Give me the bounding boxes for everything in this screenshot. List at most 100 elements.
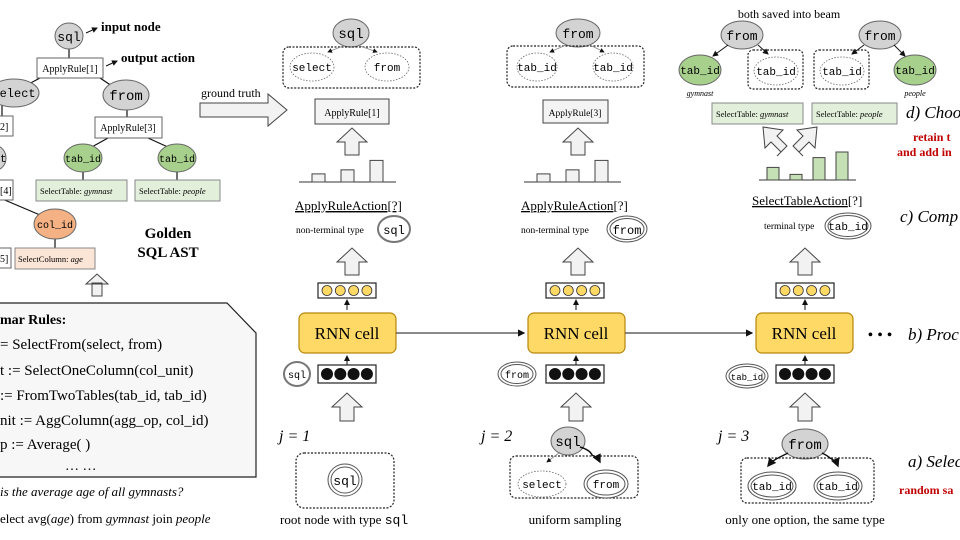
ast-tab-id-left-label: tab_id [65, 154, 101, 166]
step3-bottom-tab-id-1-label: tab_id [752, 482, 792, 494]
input-unit [818, 368, 831, 380]
ast-apply-rule-5: 5] [0, 254, 8, 265]
output-action-annotation: output action [121, 50, 196, 65]
step3-bottom-tab-id-2-label: tab_id [818, 482, 858, 494]
step3-bar-chart [766, 151, 849, 181]
step3-action-people: SelectTable: people [816, 109, 883, 119]
input-unit [549, 368, 561, 380]
diagram-canvas: sql input node ApplyRule[1] output actio… [0, 7, 960, 528]
step-2: from tab_id tab_id ApplyRule[3] ApplyRul… [479, 18, 648, 527]
step3-left-empty-label: tab_id [756, 67, 796, 79]
step2-sampled-edge [579, 446, 601, 464]
input-unit [575, 368, 588, 380]
step3-bottom-up-arrow-icon [788, 392, 822, 422]
ast-select-column: SelectColumn: age [18, 254, 83, 264]
probability-bar [835, 151, 849, 181]
golden-ast-title-line2: SQL AST [137, 245, 198, 261]
ground-truth-label: ground truth [201, 86, 261, 100]
step2-child-2-label: tab_id [593, 63, 633, 75]
step2-type-node-label: from [613, 224, 642, 238]
probability-bar [594, 159, 609, 183]
output-unit [589, 285, 601, 296]
input-unit [779, 368, 791, 380]
step2-j-label: j = 2 [479, 428, 512, 445]
ast-apply-rule-1: ApplyRule[1] [42, 64, 98, 75]
step-3: both saved into beam from tab_id gymnast… [678, 7, 937, 527]
ast-col-id-label: col_id [37, 220, 73, 232]
stage-c-label: c) Comp [900, 207, 958, 226]
input-node-annotation: input node [101, 19, 161, 34]
grammar-rule-4: nit := AggColumn(agg_op, col_id) [0, 413, 208, 429]
step2-bottom-parent-label: sql [555, 435, 580, 451]
stage-a-note: random sa [899, 483, 953, 497]
output-unit [792, 285, 804, 296]
step2-lower-up-arrow-icon [561, 247, 595, 276]
grammar-rule-1: = SelectFrom(select, from) [0, 337, 162, 353]
output-unit [819, 285, 831, 296]
step1-action-label: ApplyRule[1] [324, 108, 380, 119]
output-unit [562, 285, 574, 296]
step1-rnn-label: RNN cell [315, 324, 380, 343]
golden-ast-title-line1: Golden [145, 226, 192, 242]
stage-a-label: a) Selec [908, 452, 960, 471]
step1-child-select-label: select [292, 63, 332, 75]
ast-from-label: from [109, 89, 143, 105]
probability-bar [565, 169, 580, 183]
stage-d-note-1: retain t [913, 130, 950, 144]
step3-lower-up-arrow-icon [788, 247, 822, 276]
step1-input-node-label: sql [288, 370, 306, 382]
step2-input-node-label: from [505, 370, 529, 382]
output-unit [321, 285, 333, 296]
step3-type-label: terminal type [764, 222, 814, 232]
stage-d-label: d) Choo [906, 103, 960, 122]
step2-up-arrow-icon [561, 127, 595, 156]
step2-parent-label: from [562, 27, 593, 42]
stage-d-note-2: and add in [897, 145, 952, 159]
ast-apply-rule-3: ApplyRule[3] [100, 123, 156, 134]
step1-root-node-label: sql [333, 474, 357, 489]
step1-type-label: non-terminal type [296, 226, 364, 236]
step2-rnn-label: RNN cell [544, 324, 609, 343]
step3-input-node-label: tab_id [731, 373, 763, 383]
grammar-rule-3: := FromTwoTables(tab_id, tab_id) [0, 388, 207, 404]
step2-caption: uniform sampling [529, 512, 622, 527]
input-unit [588, 368, 601, 380]
ast-select-table-people: SelectTable: people [139, 186, 206, 196]
step3-left-from-label: from [726, 29, 757, 44]
step3-caption: only one option, the same type [725, 512, 885, 527]
grammar-rule-2: t := SelectOneColumn(col_unit) [0, 363, 193, 379]
grammar-ellipsis: … … [65, 459, 97, 474]
step1-child-from-label: from [374, 63, 401, 75]
step3-action-gymnast: SelectTable: gymnast [716, 109, 789, 119]
step3-bottom-parent-label: from [788, 438, 822, 454]
grammar-rules-panel: mar Rules: = SelectFrom(select, from) t … [0, 302, 257, 478]
step1-bottom-up-arrow-icon [330, 392, 364, 422]
step2-bar-chart [536, 159, 609, 183]
step3-right-up-arrow-icon [792, 126, 818, 157]
nl-question: is the average age of all gymnasts? [0, 484, 184, 499]
ast-sql-label: sql [57, 30, 81, 45]
step2-bottom-from-label: from [593, 480, 620, 492]
step3-left-caption: gymnast [687, 89, 714, 98]
probability-bar [536, 173, 551, 183]
probability-bar [340, 169, 355, 183]
step1-type-node-label: sql [383, 224, 405, 238]
probability-bar [812, 157, 826, 181]
ast-apply-rule-4: [4] [0, 186, 12, 197]
golden-ast: sql input node ApplyRule[1] output actio… [0, 19, 221, 270]
stage-labels: d) Choo retain t and add in c) Comp b) P… [897, 103, 960, 497]
output-unit [576, 285, 587, 296]
step3-action-type: SelectTableAction[?] [752, 193, 862, 208]
input-unit [334, 368, 347, 380]
grammar-up-arrow-icon [84, 273, 110, 297]
grammar-rule-5: p := Average( ) [0, 437, 90, 453]
step2-action-label: ApplyRule[3] [549, 109, 602, 119]
step2-type-label: non-terminal type [521, 226, 589, 236]
step2-child-1-label: tab_id [517, 63, 557, 75]
output-unit [779, 285, 791, 296]
probability-bar [766, 166, 780, 181]
probability-bar [369, 159, 384, 183]
step2-action-type: ApplyRuleAction[?] [521, 198, 628, 213]
step2-bottom-select-label: select [522, 480, 562, 492]
step2-bottom-up-arrow-icon [559, 392, 593, 422]
